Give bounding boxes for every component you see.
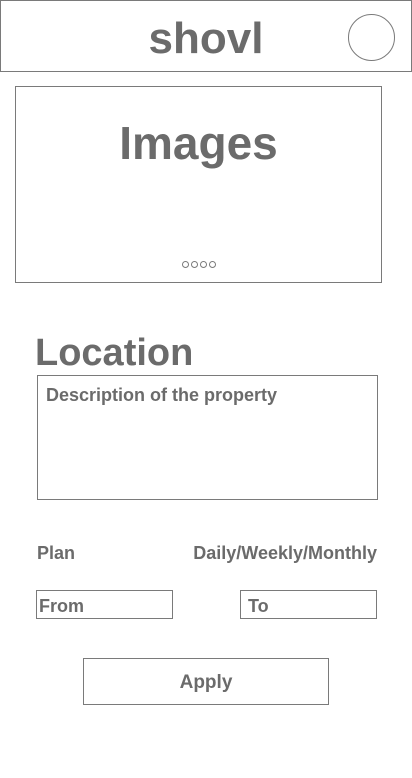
apply-button[interactable]: Apply [83,658,329,705]
carousel-dots [16,261,381,268]
avatar-circle-icon[interactable] [348,14,395,61]
location-heading: Location [35,332,194,374]
carousel-dot-icon[interactable] [199,261,207,268]
carousel-dot-icon[interactable] [190,261,198,268]
plan-label: Plan [37,543,76,563]
to-date-field[interactable]: To [240,590,377,619]
image-carousel[interactable]: Images [15,86,382,283]
description-box[interactable]: Description of the property [37,375,378,500]
carousel-dot-icon[interactable] [181,261,189,268]
carousel-dot-icon[interactable] [208,261,216,268]
plan-period-selector[interactable]: Daily/Weekly/Monthly [193,543,377,564]
description-placeholder: Description of the property [46,385,278,405]
from-date-field[interactable]: From [36,590,173,619]
carousel-title: Images [119,117,278,169]
header-bar: shovl [0,0,412,72]
